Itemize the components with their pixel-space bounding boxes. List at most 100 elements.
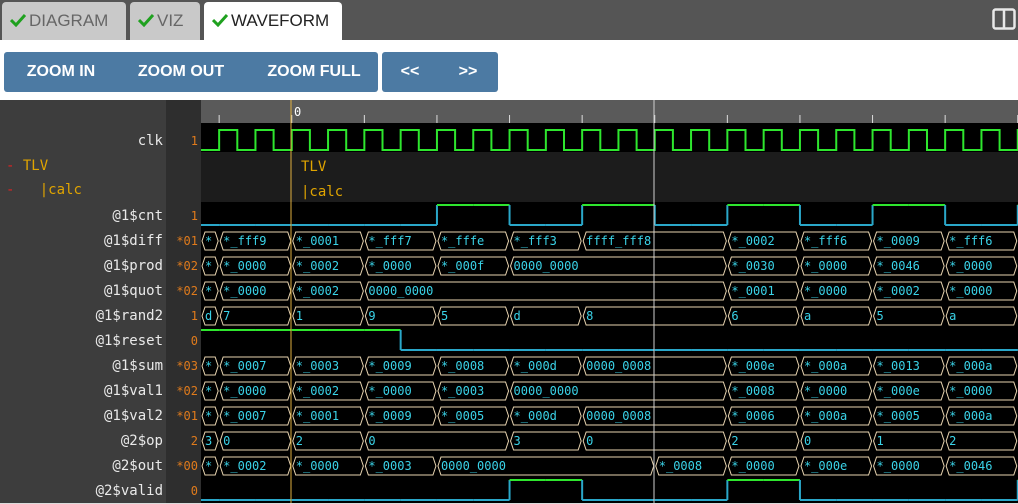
signal-name-sum[interactable]: @1$sum: [0, 354, 163, 379]
signal-value-prod: *02: [176, 259, 198, 273]
check-icon: [211, 3, 229, 41]
prod-bus-value: *: [205, 259, 212, 273]
op-bus-value: 3: [205, 434, 212, 448]
diff-bus-value: *_0001: [296, 234, 339, 248]
op-bus-segment: [873, 431, 945, 451]
op-bus-value: 2: [949, 434, 956, 448]
val1-bus-value: *_0000: [949, 384, 992, 398]
tab-viz-label: VIZ: [157, 11, 184, 30]
scope-calc[interactable]: - |calc: [6, 178, 82, 203]
scope-tlv[interactable]: - TLV: [6, 154, 48, 179]
op-bus-value: 0: [368, 434, 375, 448]
rand2-bus-segment: [582, 306, 727, 326]
collapse-dash[interactable]: -: [6, 182, 14, 198]
rand2-bus-value: 1: [296, 309, 303, 323]
val2-bus-value: *_000a: [949, 409, 992, 423]
tab-bar: DIAGRAM VIZ WAVEFORM: [0, 0, 1018, 40]
signal-name-valid[interactable]: @2$valid: [0, 479, 163, 504]
quot-bus-value: *_0002: [877, 284, 920, 298]
diff-bus-value: *: [205, 234, 212, 248]
sum-bus-value: 0000_0008: [586, 359, 651, 373]
prod-bus-value: *_0000: [804, 259, 847, 273]
sum-bus-value: *_0007: [223, 359, 266, 373]
split-layout-icon[interactable]: [992, 8, 1016, 30]
quot-bus-value: *: [205, 284, 212, 298]
clk-wave: [201, 129, 1018, 151]
rand2-bus-segment: [219, 306, 292, 326]
rand2-bus-segment: [437, 306, 510, 326]
signal-name-quot[interactable]: @1$quot: [0, 279, 163, 304]
val1-bus-value: *_0003: [441, 384, 484, 398]
diff-bus-value: *_fff9: [223, 234, 266, 248]
rand2-bus-value: d: [205, 309, 212, 323]
prod-bus-value: 0000_0000: [514, 259, 579, 273]
signal-label-column: - TLV - |calc clk 1 @1$cnt 1 @1$diff *01…: [0, 100, 201, 503]
tab-viz[interactable]: VIZ: [130, 2, 200, 40]
scope-tlv-label: TLV: [22, 158, 49, 174]
time-ruler: [201, 100, 1018, 123]
rand2-bus-value: a: [949, 309, 956, 323]
sum-bus-value: *_000d: [514, 359, 557, 373]
tab-diagram[interactable]: DIAGRAM: [2, 2, 126, 40]
signal-name-reset[interactable]: @1$reset: [0, 329, 163, 354]
tab-waveform-label: WAVEFORM: [231, 11, 330, 30]
prod-bus-value: *_0046: [877, 259, 920, 273]
signal-name-clk[interactable]: clk: [0, 129, 163, 154]
signal-value-sum: *03: [176, 359, 198, 373]
signal-value-op: 2: [190, 434, 198, 448]
quot-bus-value: *_0000: [223, 284, 266, 298]
rand2-bus-segment: [292, 306, 364, 326]
diff-bus-value: *_0002: [731, 234, 774, 248]
val1-bus-value: *_0000: [368, 384, 411, 398]
signal-name-val2[interactable]: @1$val2: [0, 404, 163, 429]
out-bus-value: 0000_0000: [441, 459, 506, 473]
scope-calc-label: |calc: [39, 182, 82, 198]
zoom-out-button[interactable]: ZOOM OUT: [122, 52, 240, 92]
op-bus-segment: [364, 431, 510, 451]
op-bus-value: 0: [586, 434, 593, 448]
signal-value-cnt: 1: [190, 209, 198, 223]
op-bus-value: 1: [877, 434, 884, 448]
signal-name-cnt[interactable]: @1$cnt: [0, 204, 163, 229]
rand2-bus-segment: [727, 306, 800, 326]
out-bus-value: *_0000: [877, 459, 920, 473]
quot-bus-value: *_0001: [731, 284, 774, 298]
zoom-full-button[interactable]: ZOOM FULL: [256, 52, 372, 92]
val1-bus-value: *_0000: [223, 384, 266, 398]
signal-name-op[interactable]: @2$op: [0, 429, 163, 454]
waveform-canvas[interactable]: * *_fff9 *_0001 *_fff7 *_fffe *_fff3 ffff_fff8…: [201, 100, 1018, 503]
signal-name-prod[interactable]: @1$prod: [0, 254, 163, 279]
signal-name-rand2[interactable]: @1$rand2: [0, 304, 163, 329]
signal-name-out[interactable]: @2$out: [0, 454, 163, 479]
navigate-button-group: << >>: [382, 52, 498, 92]
val2-bus-value: *_0005: [441, 409, 484, 423]
op-bus-segment: [219, 431, 292, 451]
val1-bus-value: *: [205, 384, 212, 398]
prod-bus-value: *_0030: [731, 259, 774, 273]
val2-bus-value: *_0007: [223, 409, 266, 423]
signal-name-val1[interactable]: @1$val1: [0, 379, 163, 404]
val1-bus-value: *_000e: [877, 384, 920, 398]
out-bus-value: *_0000: [296, 459, 339, 473]
sum-bus-value: *_000a: [804, 359, 847, 373]
signal-value-quot: *02: [176, 284, 198, 298]
op-bus-segment: [800, 431, 873, 451]
previous-button[interactable]: <<: [386, 52, 434, 92]
signal-name-diff[interactable]: @1$diff: [0, 229, 163, 254]
rand2-bus-value: 6: [731, 309, 738, 323]
sum-bus-value: *_000e: [731, 359, 774, 373]
op-bus-value: 0: [804, 434, 811, 448]
prod-bus-value: *_0000: [368, 259, 411, 273]
val2-bus-value: *_0006: [731, 409, 774, 423]
time-marker-label: 0: [294, 105, 301, 119]
tab-waveform[interactable]: WAVEFORM: [204, 2, 342, 40]
next-button[interactable]: >>: [444, 52, 492, 92]
val1-bus-value: *_0000: [804, 384, 847, 398]
collapse-dash[interactable]: -: [6, 158, 14, 174]
signal-value-clk: 1: [190, 134, 198, 148]
rand2-bus-value: 7: [223, 309, 230, 323]
zoom-in-button[interactable]: ZOOM IN: [12, 52, 110, 92]
val2-bus-value: *_000d: [514, 409, 557, 423]
rand2-bus-value: 8: [586, 309, 593, 323]
op-bus-value: 2: [296, 434, 303, 448]
